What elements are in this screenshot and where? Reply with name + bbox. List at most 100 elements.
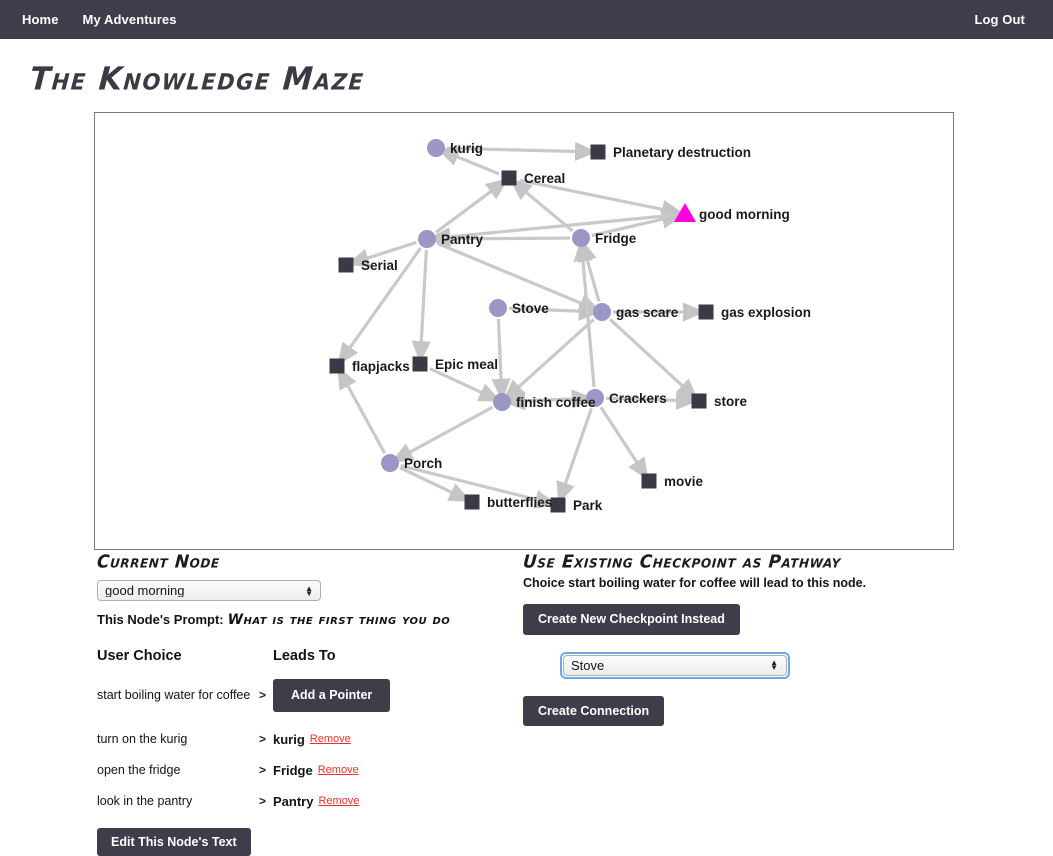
choice-target-label: kurig (273, 732, 305, 747)
graph-node-cereal[interactable] (502, 171, 517, 186)
column-header-leads-to: Leads To (273, 648, 473, 664)
knowledge-graph[interactable]: kurig Planetary destruction Cereal good mor… (95, 113, 953, 549)
choice-separator-icon: > (259, 688, 273, 702)
graph-node-label-movie: movie (664, 474, 704, 489)
graph-node-good-morning[interactable] (674, 203, 696, 222)
graph-node-label-kurig: kurig (450, 141, 483, 156)
graph-node-planetary-destruction[interactable] (591, 145, 606, 160)
graph-node-label-serial: Serial (361, 258, 398, 273)
graph-node-park[interactable] (551, 498, 566, 513)
top-navbar: Home My Adventures Log Out (0, 0, 1053, 39)
graph-node-serial[interactable] (339, 258, 354, 273)
choice-separator-icon: > (259, 732, 273, 746)
nav-item-home[interactable]: Home (10, 12, 71, 27)
graph-node-label-stove: Stove (512, 301, 549, 316)
pathway-target-select-shell[interactable]: StovePantryFridgekurigCrackersPorch ▲▼ (560, 652, 790, 679)
graph-node-gas-scare[interactable] (593, 303, 611, 321)
graph-node-butterflies[interactable] (465, 495, 480, 510)
graph-node-flapjacks[interactable] (330, 359, 345, 374)
choice-row: turn on the kurig > kurig Remove (97, 732, 497, 747)
graph-edge (454, 156, 499, 174)
pathway-heading: Use Existing Checkpoint as Pathway (522, 552, 953, 573)
graph-node-stove[interactable] (489, 299, 507, 317)
graph-edge (601, 407, 638, 464)
graph-edge (437, 243, 583, 304)
graph-node-label-fridge: Fridge (595, 231, 637, 246)
graph-edge-layer (346, 148, 686, 500)
graph-canvas-container[interactable]: kurig Planetary destruction Cereal good mor… (94, 112, 954, 550)
add-a-pointer-button[interactable]: Add a Pointer (273, 679, 390, 712)
graph-node-label-epic-meal: Epic meal (435, 357, 498, 372)
pathway-panel: Use Existing Checkpoint as Pathway Choic… (523, 552, 953, 726)
graph-node-label-planetary-destruction: Planetary destruction (613, 145, 751, 160)
graph-edge (517, 319, 594, 388)
choice-separator-icon: > (259, 794, 273, 808)
choice-text: look in the pantry (97, 794, 259, 808)
create-connection-wrap: Create Connection (523, 696, 953, 727)
node-prompt-line: This Node's Prompt: What is the first th… (97, 612, 497, 628)
graph-edge (436, 190, 493, 233)
graph-node-label-pantry: Pantry (441, 232, 484, 247)
current-node-heading: Current Node (96, 552, 497, 573)
graph-node-label-park: Park (573, 498, 603, 513)
graph-node-gas-explosion[interactable] (699, 305, 714, 320)
graph-edge (365, 242, 417, 259)
graph-node-store[interactable] (692, 394, 707, 409)
remove-pointer-link[interactable]: Remove (318, 795, 359, 807)
graph-node-label-store: store (714, 394, 748, 409)
create-new-checkpoint-button[interactable]: Create New Checkpoint Instead (523, 604, 740, 635)
remove-pointer-link[interactable]: Remove (310, 733, 351, 745)
choice-row: look in the pantry > Pantry Remove (97, 794, 497, 809)
choice-target-label: Pantry (273, 794, 313, 809)
graph-node-epic-meal[interactable] (413, 357, 428, 372)
choice-text: open the fridge (97, 763, 259, 777)
node-prompt-label: This Node's Prompt: (97, 612, 224, 627)
node-prompt-value: What is the first thing you do (228, 612, 451, 628)
graph-node-label-gas-scare: gas scare (616, 305, 679, 320)
create-connection-button[interactable]: Create Connection (523, 696, 664, 727)
choice-separator-icon: > (259, 763, 273, 777)
page-title: The Knowledge Maze (29, 61, 1053, 98)
graph-node-label-flapjacks: flapjacks (352, 359, 410, 374)
graph-edge (586, 257, 599, 301)
graph-edge (564, 408, 591, 486)
graph-node-label-gas-explosion: gas explosion (721, 305, 811, 320)
graph-edge (421, 250, 426, 344)
choices-table-header: User Choice Leads To (97, 648, 497, 664)
pathway-target-select-wrap: StovePantryFridgekurigCrackersPorch ▲▼ (560, 652, 953, 679)
choice-text: start boiling water for coffee (97, 688, 259, 702)
graph-edge (498, 319, 501, 382)
pathway-note: Choice start boiling water for coffee wi… (523, 576, 953, 590)
choice-row: start boiling water for coffee > Add a P… (97, 679, 497, 712)
choice-target-label: Fridge (273, 763, 313, 778)
nav-item-my-adventures[interactable]: My Adventures (71, 12, 189, 27)
graph-node-label-porch: Porch (404, 456, 442, 471)
current-node-select-shell[interactable]: good morningPantryFridgekurigStoveCereal… (97, 580, 321, 601)
graph-node-label-butterflies: butterflies (487, 495, 552, 510)
graph-node-label-crackers: Crackers (609, 391, 667, 406)
choice-row: open the fridge > Fridge Remove (97, 763, 497, 778)
graph-node-finish-coffee[interactable] (493, 393, 511, 411)
graph-node-porch[interactable] (381, 454, 399, 472)
graph-node-pantry[interactable] (418, 230, 436, 248)
current-node-panel: Current Node good morningPantryFridgekur… (97, 552, 497, 856)
graph-node-label-finish-coffee: finish coffee (516, 395, 596, 410)
graph-node-layer[interactable] (330, 139, 714, 513)
graph-edge (346, 383, 384, 453)
graph-edge (610, 319, 684, 387)
nav-item-log-out[interactable]: Log Out (962, 12, 1037, 27)
edit-node-text-wrap: Edit This Node's Text (97, 828, 497, 856)
graph-node-movie[interactable] (642, 474, 657, 489)
graph-node-label-good-morning: good morning (699, 207, 790, 222)
graph-edge (430, 369, 484, 394)
graph-edge (408, 407, 493, 453)
edit-node-text-button[interactable]: Edit This Node's Text (97, 828, 251, 856)
pathway-target-select[interactable]: StovePantryFridgekurigCrackersPorch (563, 655, 787, 676)
choice-text: turn on the kurig (97, 732, 259, 746)
current-node-select[interactable]: good morningPantryFridgekurigStoveCereal (97, 580, 321, 601)
graph-node-fridge[interactable] (572, 229, 590, 247)
graph-node-label-cereal: Cereal (524, 171, 565, 186)
graph-node-kurig[interactable] (427, 139, 445, 157)
column-header-user-choice: User Choice (97, 648, 273, 664)
remove-pointer-link[interactable]: Remove (318, 764, 359, 776)
